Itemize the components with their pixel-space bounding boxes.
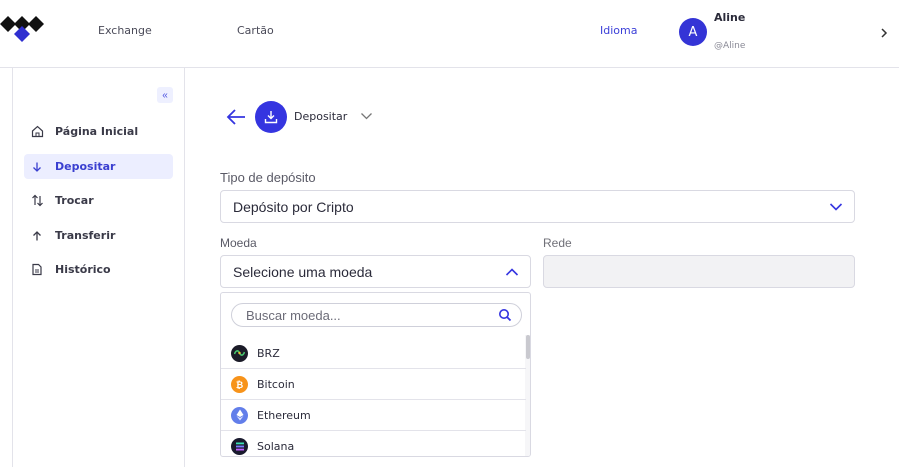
home-icon <box>30 125 44 139</box>
document-icon <box>30 263 44 277</box>
coin-option-solana[interactable]: Solana <box>221 431 526 456</box>
coin-name: Ethereum <box>257 408 311 422</box>
coin-option-brz[interactable]: BRZ <box>221 338 526 369</box>
back-arrow-icon[interactable] <box>226 108 246 126</box>
bitcoin-icon: ₿ <box>231 375 248 393</box>
coin-option-bitcoin[interactable]: ₿ Bitcoin <box>221 369 526 400</box>
coin-name: Solana <box>257 439 295 453</box>
deposit-type-select[interactable]: Depósito por Cripto <box>220 190 855 223</box>
search-input[interactable] <box>246 307 486 323</box>
sidebar-item-label: Histórico <box>55 263 111 276</box>
sidebar-item-label: Transferir <box>55 229 116 242</box>
currency-label: Moeda <box>220 236 257 250</box>
sidebar-item-label: Página Inicial <box>55 125 139 138</box>
svg-text:₿: ₿ <box>236 380 243 390</box>
currency-dropdown: BRZ ₿ Bitcoin Ethereum Solana <box>220 292 531 457</box>
sidebar: « Página Inicial Depositar Trocar Transf… <box>13 68 185 467</box>
nav-cartao[interactable]: Cartão <box>237 24 274 37</box>
chevron-right-icon[interactable] <box>878 26 890 40</box>
language-selector[interactable]: Idioma <box>600 24 637 37</box>
arrow-down-icon <box>30 160 44 174</box>
user-handle: @Aline <box>714 41 746 51</box>
coin-option-ethereum[interactable]: Ethereum <box>221 400 526 431</box>
dropdown-scrollbar-thumb[interactable] <box>526 335 530 359</box>
nav-exchange[interactable]: Exchange <box>98 24 152 37</box>
network-field <box>543 255 855 288</box>
swap-icon <box>30 194 44 208</box>
currency-select[interactable]: Selecione uma moeda <box>220 255 531 288</box>
sidebar-item-label: Trocar <box>55 194 94 207</box>
chevron-up-icon <box>505 268 519 276</box>
deposit-action-badge <box>255 101 287 133</box>
coin-name: BRZ <box>257 346 280 360</box>
currency-search <box>231 303 522 327</box>
chevron-down-icon <box>829 203 843 211</box>
avatar[interactable]: A <box>679 18 707 46</box>
deposit-type-label: Tipo de depósito <box>220 170 316 185</box>
top-bar: Exchange Cartão Idioma A Aline @Aline <box>0 0 899 68</box>
sidebar-item-depositar[interactable]: Depositar <box>24 154 173 179</box>
sidebar-item-trocar[interactable]: Trocar <box>24 188 173 213</box>
brand-logo-icon[interactable] <box>0 12 44 46</box>
network-label: Rede <box>543 236 572 250</box>
brz-icon <box>231 344 248 362</box>
solana-icon <box>231 437 248 455</box>
download-icon <box>264 111 278 124</box>
sidebar-item-transferir[interactable]: Transferir <box>24 223 173 248</box>
collapse-sidebar-button[interactable]: « <box>157 87 173 103</box>
ethereum-icon <box>231 406 248 424</box>
search-icon[interactable] <box>498 308 512 322</box>
arrow-up-icon <box>30 229 44 243</box>
currency-value: Selecione uma moeda <box>233 263 373 280</box>
action-title: Depositar <box>294 110 348 123</box>
sidebar-item-historico[interactable]: Histórico <box>24 257 173 282</box>
deposit-type-value: Depósito por Cripto <box>233 198 354 215</box>
app-root: Exchange Cartão Idioma A Aline @Aline « … <box>0 0 899 467</box>
coin-name: Bitcoin <box>257 377 295 391</box>
sidebar-item-pagina-inicial[interactable]: Página Inicial <box>24 119 173 144</box>
user-name: Aline <box>714 11 746 24</box>
chevron-down-icon[interactable] <box>360 111 373 121</box>
sidebar-item-label: Depositar <box>55 160 116 173</box>
left-edge-strip <box>0 68 13 467</box>
